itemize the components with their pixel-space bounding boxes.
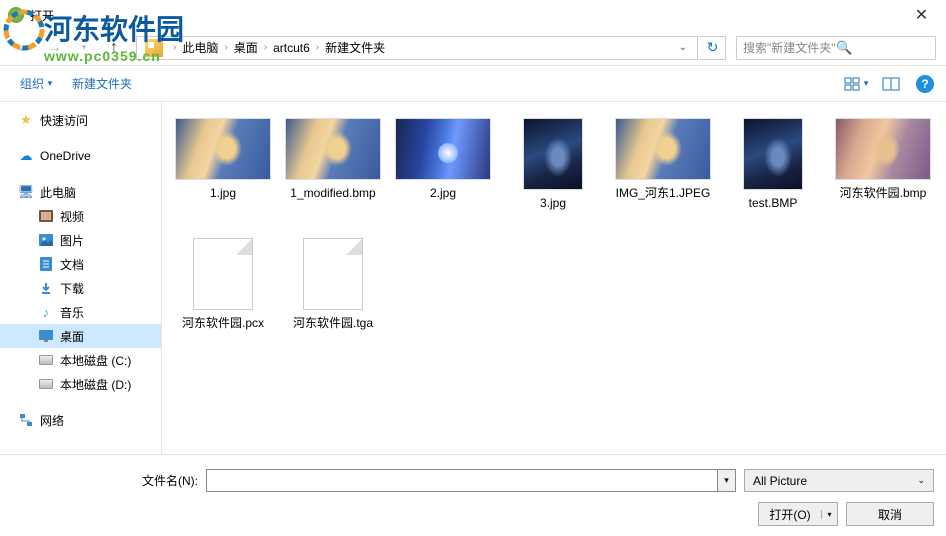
file-name: 河东软件园.pcx [180, 316, 266, 332]
drive-icon [38, 352, 54, 368]
sidebar-item-drive-c[interactable]: 本地磁盘 (C:) [0, 348, 161, 372]
titlebar: 打开 ✕ [0, 0, 946, 30]
open-dropdown[interactable]: ▾ [821, 510, 837, 519]
chevron-right-icon: › [264, 42, 267, 53]
crumb-desktop[interactable]: 桌面 [234, 39, 258, 56]
search-icon[interactable]: 🔍 [836, 40, 929, 56]
desktop-icon [38, 328, 54, 344]
chevron-right-icon: › [173, 42, 176, 53]
sidebar-item-drive-d[interactable]: 本地磁盘 (D:) [0, 372, 161, 396]
sidebar-item-pictures[interactable]: 图片 [0, 228, 161, 252]
sidebar-item-videos[interactable]: 视频 [0, 204, 161, 228]
file-item[interactable]: 河东软件园.bmp [828, 112, 938, 232]
sidebar-item-downloads[interactable]: 下载 [0, 276, 161, 300]
file-thumbnail [395, 118, 491, 180]
sidebar-item-this-pc[interactable]: 🖥此电脑 [0, 180, 161, 204]
file-thumbnail [285, 118, 381, 180]
recent-dropdown[interactable]: ▾ [70, 36, 98, 60]
file-type-filter[interactable]: All Picture ⌄ [744, 469, 934, 492]
organize-button[interactable]: 组织 ▼ [12, 71, 62, 96]
file-name: 3.jpg [538, 196, 568, 212]
back-button[interactable]: ← [10, 36, 38, 60]
file-thumbnail [835, 118, 931, 180]
preview-pane-button[interactable] [878, 73, 904, 95]
sidebar-item-network[interactable]: 网络 [0, 408, 161, 432]
chevron-down-icon: ⌄ [917, 475, 925, 486]
download-icon [38, 280, 54, 296]
music-icon: ♪ [38, 304, 54, 320]
breadcrumb[interactable]: › 此电脑 › 桌面 › artcut6 › 新建文件夹 ⌄ [136, 36, 698, 60]
file-name: 1_modified.bmp [288, 186, 377, 202]
view-options-button[interactable]: ▼ [844, 73, 870, 95]
sidebar-item-quick-access[interactable]: ★快速访问 [0, 108, 161, 132]
file-thumbnail [615, 118, 711, 180]
new-folder-button[interactable]: 新建文件夹 [64, 71, 140, 96]
file-item[interactable]: IMG_河东1.JPEG [608, 112, 718, 232]
sidebar-item-documents[interactable]: 文档 [0, 252, 161, 276]
file-item[interactable]: 河东软件园.pcx [168, 232, 278, 352]
chevron-right-icon: › [316, 42, 319, 53]
file-thumbnail [175, 118, 271, 180]
file-item[interactable]: 河东软件园.tga [278, 232, 388, 352]
file-name: 河东软件园.bmp [838, 186, 929, 202]
pictures-icon [38, 232, 54, 248]
file-thumbnail [523, 118, 583, 190]
file-list: 1.jpg 1_modified.bmp 2.jpg 3.jpg IMG_河东1.JPE… [162, 102, 946, 454]
crumb-newfolder[interactable]: 新建文件夹 [325, 39, 385, 56]
sidebar-item-onedrive[interactable]: ☁OneDrive [0, 144, 161, 168]
filename-input[interactable] [206, 469, 718, 492]
breadcrumb-dropdown[interactable]: ⌄ [673, 42, 693, 53]
search-placeholder: 搜索"新建文件夹" [743, 39, 836, 56]
chevron-right-icon: › [224, 42, 227, 53]
document-icon [38, 256, 54, 272]
file-item[interactable]: 2.jpg [388, 112, 498, 232]
file-name: 1.jpg [208, 186, 238, 202]
refresh-button[interactable]: ↻ [700, 36, 726, 60]
cancel-button[interactable]: 取消 [846, 502, 934, 526]
file-thumbnail [193, 238, 253, 310]
window-title: 打开 [30, 7, 899, 24]
crumb-artcut6[interactable]: artcut6 [273, 41, 310, 55]
folder-icon [145, 39, 163, 57]
file-name: IMG_河东1.JPEG [614, 186, 713, 202]
chevron-down-icon: ▼ [46, 79, 54, 88]
filename-dropdown[interactable]: ▾ [718, 469, 736, 492]
close-button[interactable]: ✕ [899, 1, 944, 29]
file-thumbnail [743, 118, 803, 190]
toolbar: 组织 ▼ 新建文件夹 ▼ ? [0, 66, 946, 102]
app-icon [8, 7, 24, 23]
drive-icon [38, 376, 54, 392]
file-name: 2.jpg [428, 186, 458, 202]
file-item[interactable]: 1.jpg [168, 112, 278, 232]
forward-button[interactable]: → [40, 36, 68, 60]
up-button[interactable]: ↑ [100, 36, 128, 60]
pc-icon: 🖥 [18, 184, 34, 200]
sidebar: ★快速访问 ☁OneDrive 🖥此电脑 视频 图片 文档 下载 ♪音乐 桌面 … [0, 102, 162, 454]
file-item[interactable]: 3.jpg [498, 112, 608, 232]
file-item[interactable]: 1_modified.bmp [278, 112, 388, 232]
star-icon: ★ [18, 112, 34, 128]
network-icon [18, 412, 34, 428]
sidebar-item-music[interactable]: ♪音乐 [0, 300, 161, 324]
open-button[interactable]: 打开(O) ▾ [758, 502, 838, 526]
file-thumbnail [303, 238, 363, 310]
filename-label: 文件名(N): [142, 472, 198, 489]
crumb-pc[interactable]: 此电脑 [182, 39, 218, 56]
bottom-panel: 文件名(N): ▾ All Picture ⌄ 打开(O) ▾ 取消 [0, 454, 946, 536]
help-button[interactable]: ? [916, 75, 934, 93]
video-icon [38, 208, 54, 224]
file-name: 河东软件园.tga [291, 316, 375, 332]
file-name: test.BMP [747, 196, 800, 212]
search-input[interactable]: 搜索"新建文件夹" 🔍 [736, 36, 936, 60]
cloud-icon: ☁ [18, 148, 34, 164]
file-item[interactable]: test.BMP [718, 112, 828, 232]
nav-bar: ← → ▾ ↑ › 此电脑 › 桌面 › artcut6 › 新建文件夹 ⌄ ↻… [0, 30, 946, 66]
sidebar-item-desktop[interactable]: 桌面 [0, 324, 161, 348]
